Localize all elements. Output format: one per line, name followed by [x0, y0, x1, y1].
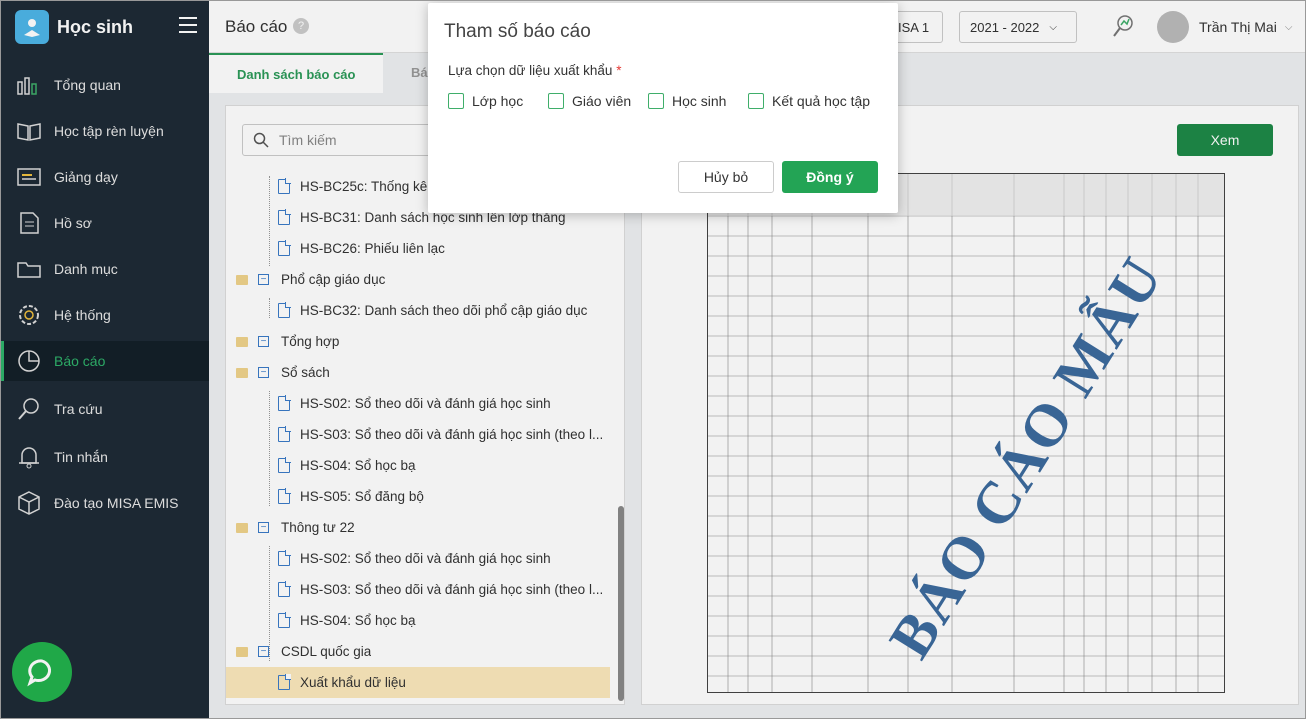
checkbox-icon[interactable] — [448, 93, 464, 109]
checkbox-label: Kết quả học tập — [772, 93, 871, 109]
checkbox-icon[interactable] — [548, 93, 564, 109]
dialog-title: Tham số báo cáo — [444, 21, 591, 42]
checkbox-label: Giáo viên — [572, 93, 632, 109]
report-params-dialog: Tham số báo cáo Lựa chọn dữ liệu xuất kh… — [428, 3, 898, 213]
checkbox-hoc-sinh[interactable]: Học sinh — [648, 93, 726, 109]
app-window: Học sinh Tổng quan Học tập rèn luyện Giả… — [0, 0, 1306, 719]
checkbox-label: Học sinh — [672, 93, 727, 109]
cancel-button[interactable]: Hủy bỏ — [678, 161, 774, 193]
export-data-label: Lựa chọn dữ liệu xuất khẩu * — [448, 63, 621, 78]
checkbox-ket-qua-hoc-tap[interactable]: Kết quả học tập — [748, 93, 870, 109]
checkbox-giao-vien[interactable]: Giáo viên — [548, 93, 631, 109]
ok-button[interactable]: Đồng ý — [782, 161, 878, 193]
checkbox-icon[interactable] — [748, 93, 764, 109]
checkbox-label: Lớp học — [472, 93, 524, 109]
required-mark: * — [616, 63, 622, 78]
checkbox-lop-hoc[interactable]: Lớp học — [448, 93, 523, 109]
checkbox-icon[interactable] — [648, 93, 664, 109]
label-text: Lựa chọn dữ liệu xuất khẩu — [448, 63, 613, 78]
